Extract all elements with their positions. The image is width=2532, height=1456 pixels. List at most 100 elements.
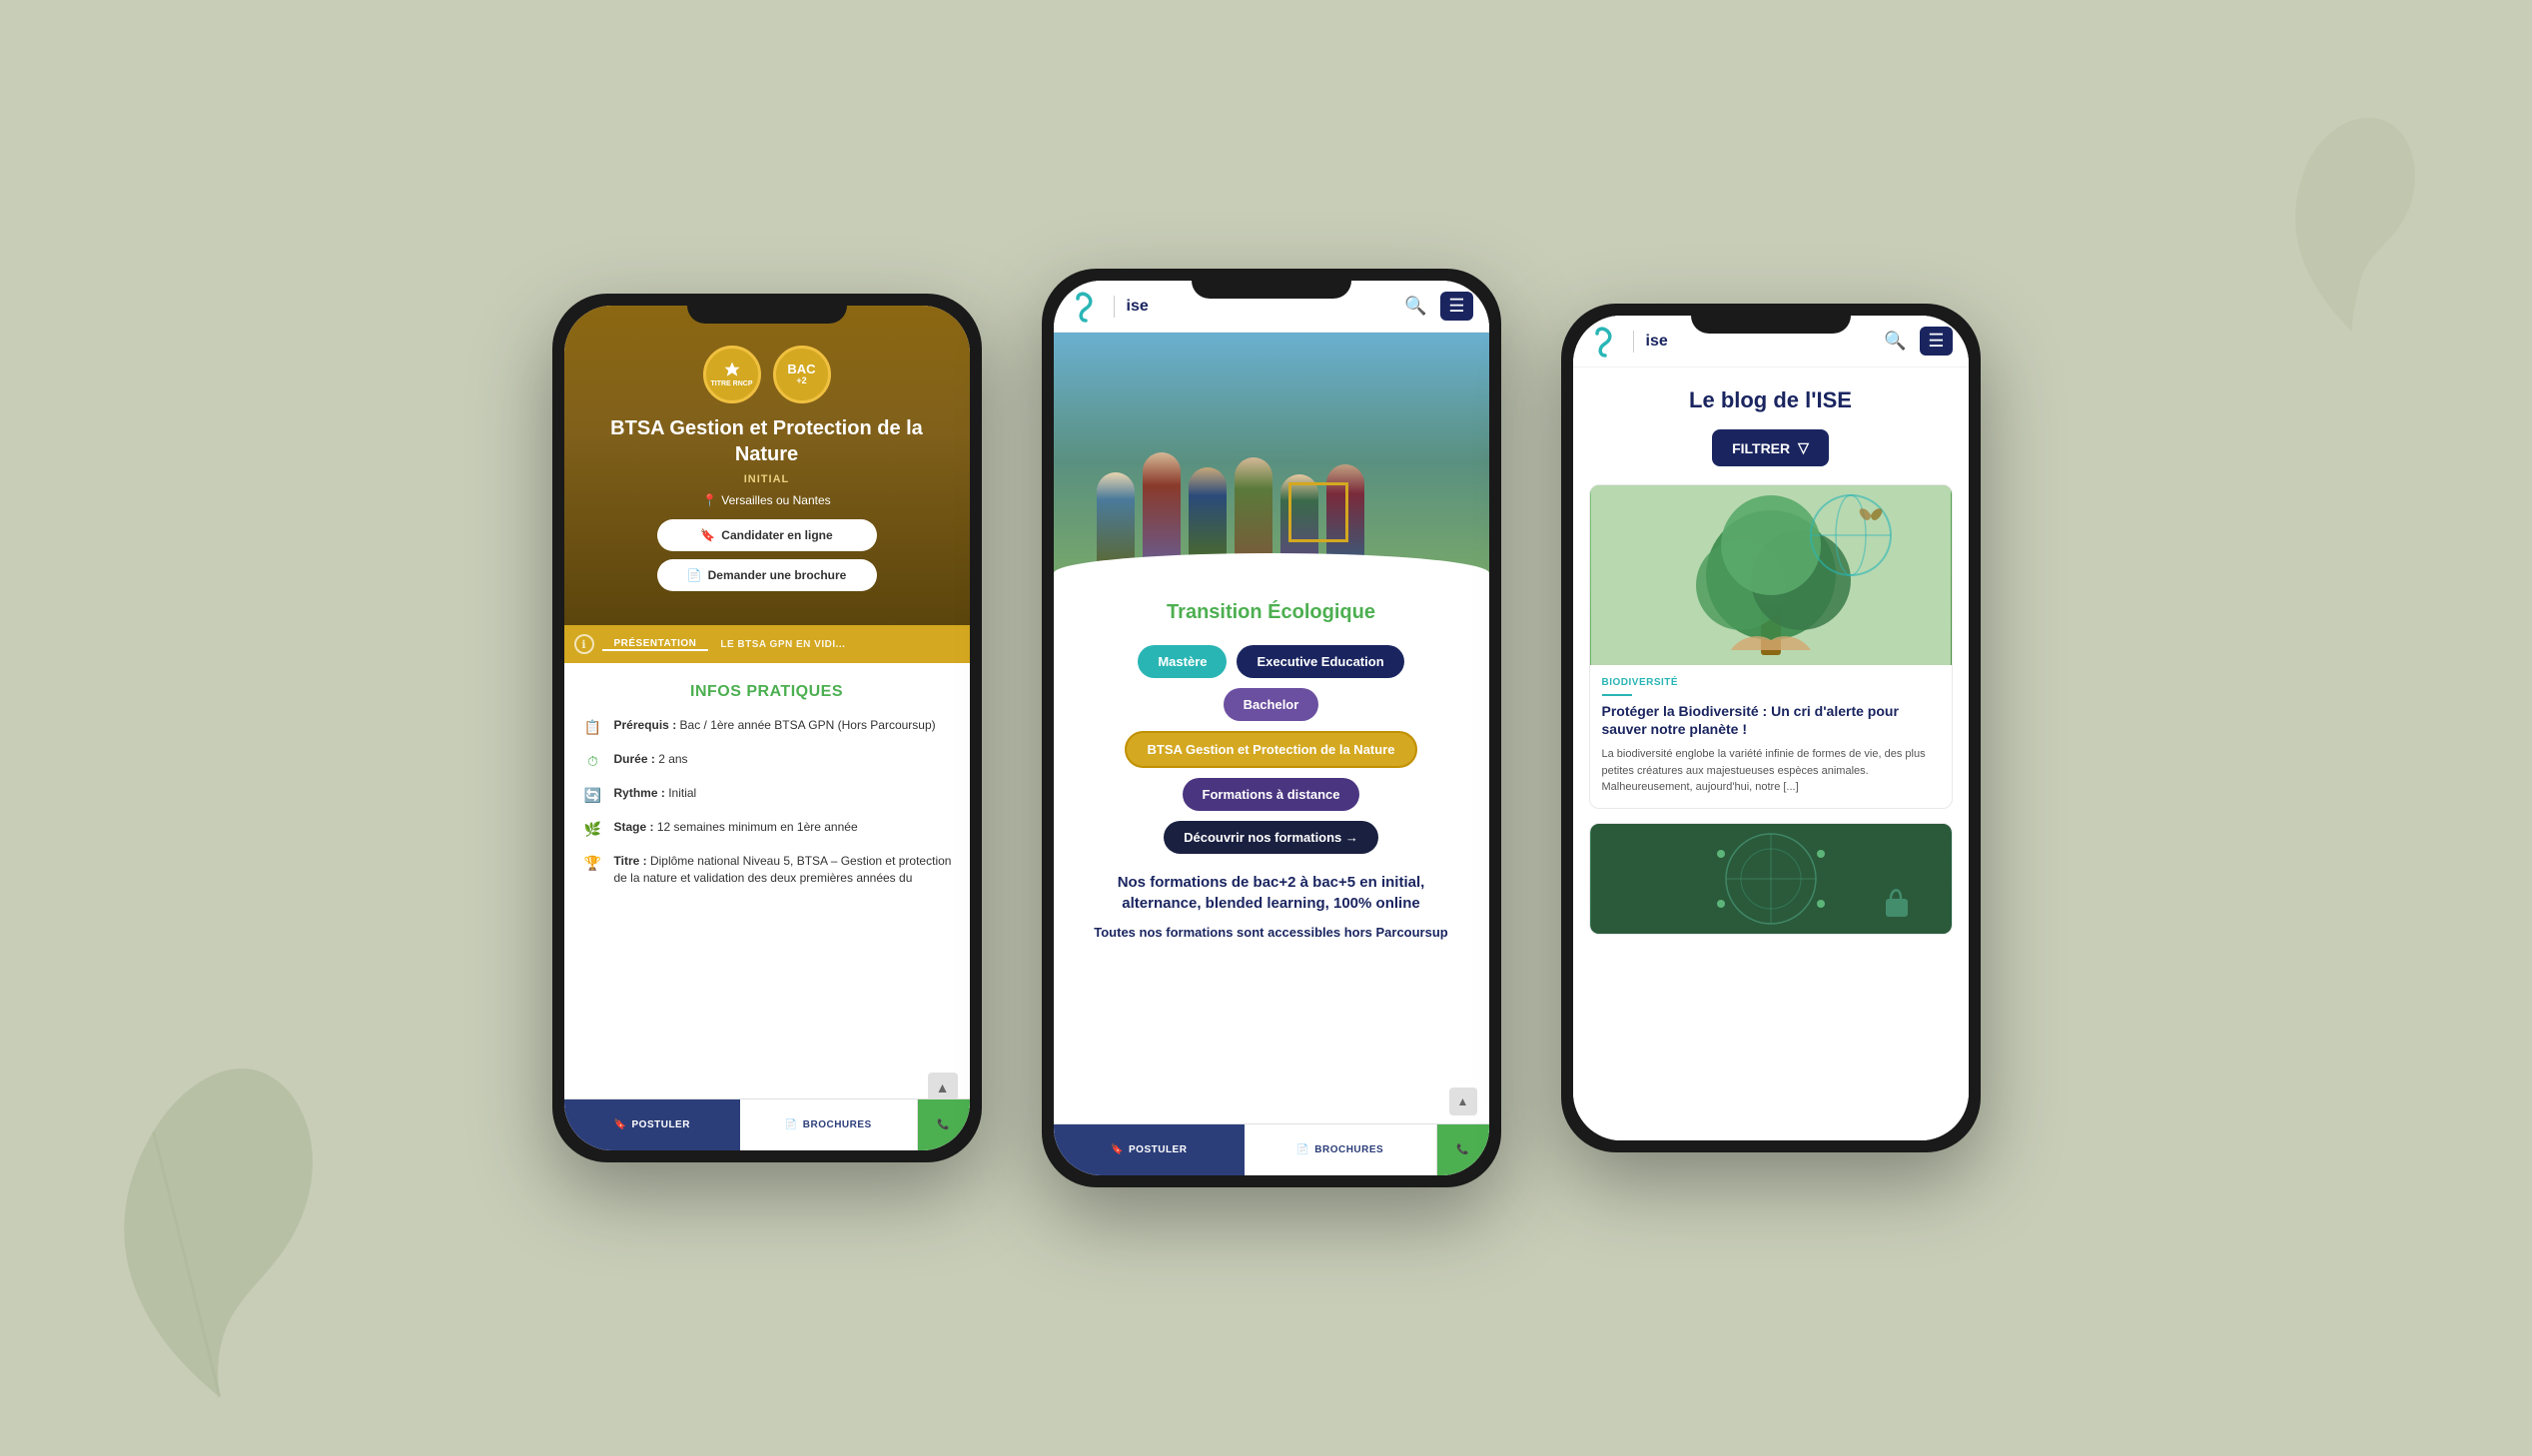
phone2-postuler-button[interactable]: 🔖 POSTULER [1054,1124,1246,1175]
phone1-tabs: ℹ PRÉSENTATION LE BTSA GPN EN VIDI... [564,625,970,663]
phone2-scroll-up[interactable]: ▲ [1449,1088,1477,1115]
phone2-call-button[interactable]: 📞 [1437,1124,1489,1175]
phone2-pills: Mastère Executive Education Bachelor BTS… [1078,645,1465,854]
stage-icon: 🌿 [582,819,604,841]
card1-image [1590,485,1952,665]
pill-bachelor[interactable]: Bachelor [1224,688,1319,721]
bookmark-icon: 🔖 [700,528,715,542]
pill-decouvrir[interactable]: Découvrir nos formations → [1164,821,1378,854]
phone1-tab-presentation[interactable]: PRÉSENTATION [602,638,709,651]
search-icon[interactable]: 🔍 [1404,296,1426,317]
phone2-hero-area [1054,333,1489,557]
pill-mastere[interactable]: Mastère [1138,645,1227,678]
phone3-filter-button[interactable]: FILTRER ▽ [1712,429,1829,466]
phone3-content: ise 🔍 ☰ Le blog de l'ISE FILTRER ▽ [1573,316,1969,1140]
phone1-call-button[interactable]: 📞 [918,1099,970,1150]
phone1-hero: TITRE RNCP BAC +2 BTSA Gestion et Protec… [564,306,970,625]
phone1-candidater-label: Candidater en ligne [721,528,832,542]
phone2-brochures-button[interactable]: 📄 BROCHURES [1245,1124,1437,1175]
phone1-brochures-button[interactable]: 📄 BROCHURES [740,1099,918,1150]
ise-logo-icon-3 [1589,326,1621,358]
phone1-info-duree: ⏱ Durée : 2 ans [582,751,952,773]
phone1-postuler-label: POSTULER [632,1119,690,1130]
logo-divider [1114,296,1115,318]
phone2-content: ise 🔍 ☰ [1054,281,1489,1175]
phone1-bottom-bar: 🔖 POSTULER 📄 BROCHURES 📞 [564,1098,970,1150]
phone1-brochure-button[interactable]: 📄 Demander une brochure [657,559,877,591]
phone1-brochures-label: BROCHURES [803,1119,872,1130]
pill-btsa[interactable]: BTSA Gestion et Protection de la Nature [1125,731,1416,768]
phone1-section-title: INFOS PRATIQUES [582,683,952,701]
phone2-subdescription: Toutes nos formations sont accessibles h… [1078,924,1465,942]
ise-logo-icon [1070,291,1102,323]
prerequis-label: Prérequis : [614,718,680,732]
pill-row-4: Formations à distance [1183,778,1360,811]
phone1-info-rythme: 🔄 Rythme : Initial [582,785,952,807]
phone-3: ise 🔍 ☰ Le blog de l'ISE FILTRER ▽ [1561,304,1981,1152]
phone2-postuler-label: POSTULER [1129,1144,1187,1155]
phone2-body: L'école des nouveaux métiers de la Trans… [1054,557,1489,958]
phone2-description: Nos formations de bac+2 à bac+5 en initi… [1078,872,1465,914]
card1-divider [1602,694,1632,696]
stage-value: 12 semaines minimum en 1ère année [657,820,858,834]
pill-executive[interactable]: Executive Education [1237,645,1403,678]
phone2-brochures-label: BROCHURES [1314,1144,1383,1155]
logo3-divider [1633,331,1634,353]
rythme-value: Initial [668,786,696,800]
phone2-call-icon: 📞 [1456,1144,1469,1155]
highlight-circle [1288,482,1348,542]
phone1-body: INFOS PRATIQUES 📋 Prérequis : Bac / 1ère… [564,663,970,919]
phone-2: ise 🔍 ☰ [1042,269,1501,1187]
person2 [1143,452,1181,562]
phone3-logo: ise [1589,326,1668,358]
phone3-card-2 [1589,823,1953,935]
postuler2-icon: 🔖 [1111,1144,1124,1155]
filter-icon: ▽ [1798,439,1809,456]
phone3-notch [1691,304,1851,334]
pill-row-1: Mastère Executive Education [1138,645,1403,678]
phone1-subtitle: INITIAL [744,473,790,485]
pill-formations-distance[interactable]: Formations à distance [1183,778,1360,811]
person4 [1235,457,1272,562]
phone1-info-icon[interactable]: ℹ [574,634,594,654]
phone1-location-text: Versailles ou Nantes [721,493,830,507]
phone1-candidater-button[interactable]: 🔖 Candidater en ligne [657,519,877,551]
titre-value: Diplôme national Niveau 5, BTSA – Gestio… [614,854,952,885]
menu-icon[interactable]: ☰ [1440,292,1472,321]
card1-tree-svg [1590,485,1952,665]
phone-1: TITRE RNCP BAC +2 BTSA Gestion et Protec… [552,294,982,1162]
phone2-nav-icons: 🔍 ☰ [1404,292,1473,321]
brochures2-icon: 📄 [1296,1144,1309,1155]
phone1-tab-video[interactable]: LE BTSA GPN EN VIDI... [708,639,857,650]
card2-image [1590,824,1952,934]
titre-icon: 🏆 [582,853,604,875]
phone2-logo-text: ise [1127,298,1149,316]
phone1-location: 📍 Versailles ou Nantes [702,493,830,507]
phone1-badge-titre: TITRE RNCP [703,346,761,403]
duree-value: 2 ans [658,752,687,766]
duree-label: Durée : [614,752,659,766]
phone2-hero-image [1054,333,1489,592]
document-icon: 📄 [687,568,702,582]
badge2-text: BAC [787,363,815,376]
card1-title: Protéger la Biodiversité : Un cri d'aler… [1602,702,1940,738]
phone1-brochure-label: Demander une brochure [708,568,847,582]
pill-row-5: Découvrir nos formations → [1164,821,1378,854]
phone3-page-title: Le blog de l'ISE [1589,387,1953,413]
phone2-main: L'école des nouveaux métiers de la Trans… [1054,333,1489,1123]
duree-icon: ⏱ [582,751,604,773]
phone1-content: TITRE RNCP BAC +2 BTSA Gestion et Protec… [564,306,970,1150]
phone1-title: BTSA Gestion et Protection de la Nature [584,415,950,467]
phone1-postuler-button[interactable]: 🔖 POSTULER [564,1099,741,1150]
phone3-logo-text: ise [1646,333,1668,351]
card1-tag: BIODIVERSITÉ [1602,677,1940,688]
badge1-text: TITRE RNCP [711,380,753,388]
phone1-info-stage: 🌿 Stage : 12 semaines minimum en 1ère an… [582,819,952,841]
pill-row-3: BTSA Gestion et Protection de la Nature [1125,731,1416,768]
phone1-info-prerequis: 📋 Prérequis : Bac / 1ère année BTSA GPN … [582,717,952,739]
search3-icon[interactable]: 🔍 [1884,331,1906,352]
location-pin-icon: 📍 [702,493,717,507]
card2-svg [1590,824,1952,934]
menu3-icon[interactable]: ☰ [1920,327,1952,356]
phone1-notch [687,294,847,324]
